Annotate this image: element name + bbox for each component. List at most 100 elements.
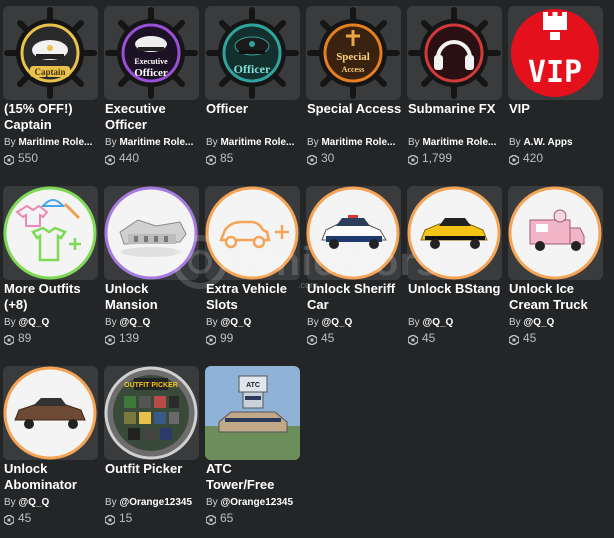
item-title[interactable]: ATC Tower/Free bbox=[206, 461, 302, 493]
svg-text:Captain: Captain bbox=[34, 67, 65, 77]
item-creator[interactable]: By Maritime Role... bbox=[206, 136, 301, 149]
svg-text:ATC: ATC bbox=[246, 382, 260, 389]
yellow-car-icon bbox=[407, 186, 501, 280]
item-creator[interactable]: By @Q_Q bbox=[105, 316, 200, 329]
item-card[interactable]: Unlock Abominator By @Q_Q 45 bbox=[3, 366, 98, 538]
item-card[interactable]: VIP VIP By A.W. Apps 420 bbox=[508, 6, 603, 178]
item-card[interactable]: Special Access Special Access By Maritim… bbox=[306, 6, 401, 178]
item-creator[interactable]: By Maritime Role... bbox=[4, 136, 99, 149]
item-creator[interactable]: By @Orange12345 bbox=[105, 496, 200, 509]
item-thumbnail[interactable] bbox=[3, 186, 98, 280]
item-price: 99 bbox=[205, 330, 233, 346]
item-price: 30 bbox=[306, 150, 334, 166]
item-creator[interactable]: By @Q_Q bbox=[206, 316, 301, 329]
gamepass-grid: Captain (15% OFF!) Captain By Maritime R… bbox=[3, 6, 609, 526]
item-thumbnail[interactable]: ATC bbox=[205, 366, 300, 460]
item-price: 85 bbox=[205, 150, 233, 166]
item-title[interactable]: Officer bbox=[206, 101, 302, 117]
item-creator[interactable]: By Maritime Role... bbox=[307, 136, 402, 149]
item-price: 45 bbox=[508, 330, 536, 346]
atc-tower-icon: ATC bbox=[205, 366, 300, 460]
item-card[interactable]: Extra Vehicle Slots By @Q_Q 99 bbox=[205, 186, 300, 358]
item-creator[interactable]: By @Q_Q bbox=[4, 316, 99, 329]
item-title[interactable]: More Outfits (+8) bbox=[4, 281, 100, 313]
robux-icon bbox=[306, 333, 318, 346]
item-title[interactable]: VIP bbox=[509, 101, 605, 117]
item-creator[interactable]: By Maritime Role... bbox=[408, 136, 503, 149]
item-card[interactable]: Unlock BStang By @Q_Q 45 bbox=[407, 186, 502, 358]
item-card[interactable]: Unlock Sheriff Car By @Q_Q 45 bbox=[306, 186, 401, 358]
item-title[interactable]: (15% OFF!) Captain bbox=[4, 101, 100, 133]
item-thumbnail[interactable]: Executive Officer bbox=[104, 6, 199, 100]
sheriff-car-icon bbox=[306, 186, 400, 280]
mansion-icon bbox=[104, 186, 198, 280]
item-thumbnail[interactable]: Captain bbox=[3, 6, 98, 100]
item-card[interactable]: Submarine FX By Maritime Role... 1,799 bbox=[407, 6, 502, 178]
ice-cream-truck-icon bbox=[508, 186, 602, 280]
item-thumbnail[interactable] bbox=[3, 366, 98, 460]
item-title[interactable]: Outfit Picker bbox=[105, 461, 201, 477]
watermark-suffix: .com bbox=[298, 280, 318, 290]
robux-icon bbox=[407, 153, 419, 166]
svg-text:OUTFIT PICKER: OUTFIT PICKER bbox=[124, 382, 178, 389]
item-title[interactable]: Unlock Mansion bbox=[105, 281, 201, 313]
item-card[interactable]: Unlock Mansion By @Q_Q 139 bbox=[104, 186, 199, 358]
captain-badge-icon: Captain bbox=[4, 7, 97, 99]
item-card[interactable]: ATC ATC Tower/Free By @Orange12345 65 bbox=[205, 366, 300, 538]
item-title[interactable]: Submarine FX bbox=[408, 101, 504, 117]
item-price: 65 bbox=[205, 510, 233, 526]
item-price: 15 bbox=[104, 510, 132, 526]
item-thumbnail[interactable]: Special Access bbox=[306, 6, 401, 100]
robux-icon bbox=[104, 153, 116, 166]
item-creator[interactable]: By @Q_Q bbox=[4, 496, 99, 509]
robux-icon bbox=[104, 513, 116, 526]
item-price: 139 bbox=[104, 330, 139, 346]
item-creator[interactable]: By @Q_Q bbox=[408, 316, 503, 329]
item-thumbnail[interactable] bbox=[104, 186, 199, 280]
item-thumbnail[interactable] bbox=[306, 186, 401, 280]
item-card[interactable]: Officer Officer By Maritime Role... 85 bbox=[205, 6, 300, 178]
item-thumbnail[interactable] bbox=[508, 186, 603, 280]
abominator-car-icon bbox=[3, 366, 97, 460]
item-creator[interactable]: By @Q_Q bbox=[307, 316, 402, 329]
item-creator[interactable]: By @Orange12345 bbox=[206, 496, 301, 509]
item-price: 45 bbox=[3, 510, 31, 526]
item-title[interactable]: Unlock Ice Cream Truck bbox=[509, 281, 605, 313]
item-price: 440 bbox=[104, 150, 139, 166]
item-creator[interactable]: By @Q_Q bbox=[509, 316, 604, 329]
item-card[interactable]: Captain (15% OFF!) Captain By Maritime R… bbox=[3, 6, 98, 178]
officer-badge-icon: Officer bbox=[206, 7, 299, 99]
item-card[interactable]: More Outfits (+8) By @Q_Q 89 bbox=[3, 186, 98, 358]
item-thumbnail[interactable] bbox=[407, 186, 502, 280]
item-creator[interactable]: By A.W. Apps bbox=[509, 136, 604, 149]
svg-text:VIP: VIP bbox=[528, 55, 582, 90]
item-creator[interactable]: By Maritime Role... bbox=[105, 136, 200, 149]
item-thumbnail[interactable]: VIP bbox=[508, 6, 603, 100]
item-thumbnail[interactable] bbox=[205, 186, 300, 280]
item-thumbnail[interactable] bbox=[407, 6, 502, 100]
item-card[interactable]: Unlock Ice Cream Truck By @Q_Q 45 bbox=[508, 186, 603, 358]
item-title[interactable]: Unlock Sheriff Car bbox=[307, 281, 403, 313]
robux-icon bbox=[3, 153, 15, 166]
robux-icon bbox=[3, 333, 15, 346]
vip-crown-icon: VIP bbox=[511, 9, 599, 97]
item-card[interactable]: OUTFIT PICKER Outfit Picker By @Orange12… bbox=[104, 366, 199, 538]
robux-icon bbox=[306, 153, 318, 166]
item-title[interactable]: Unlock BStang bbox=[408, 281, 504, 297]
item-title[interactable]: Extra Vehicle Slots bbox=[206, 281, 302, 313]
item-title[interactable]: Unlock Abominator bbox=[4, 461, 100, 493]
robux-icon bbox=[205, 333, 217, 346]
headphones-badge-icon bbox=[408, 7, 501, 99]
robux-icon bbox=[205, 153, 217, 166]
item-thumbnail[interactable]: OUTFIT PICKER bbox=[104, 366, 199, 460]
robux-icon bbox=[407, 333, 419, 346]
svg-text:Officer: Officer bbox=[234, 62, 271, 76]
outfit-picker-icon: OUTFIT PICKER bbox=[104, 366, 198, 460]
item-card[interactable]: Executive Officer Executive Officer By M… bbox=[104, 6, 199, 178]
robux-icon bbox=[508, 333, 520, 346]
outfits-icon bbox=[3, 186, 97, 280]
item-title[interactable]: Executive Officer bbox=[105, 101, 201, 133]
item-thumbnail[interactable]: Officer bbox=[205, 6, 300, 100]
item-title[interactable]: Special Access bbox=[307, 101, 403, 117]
special-access-badge-icon: Special Access bbox=[307, 7, 400, 99]
